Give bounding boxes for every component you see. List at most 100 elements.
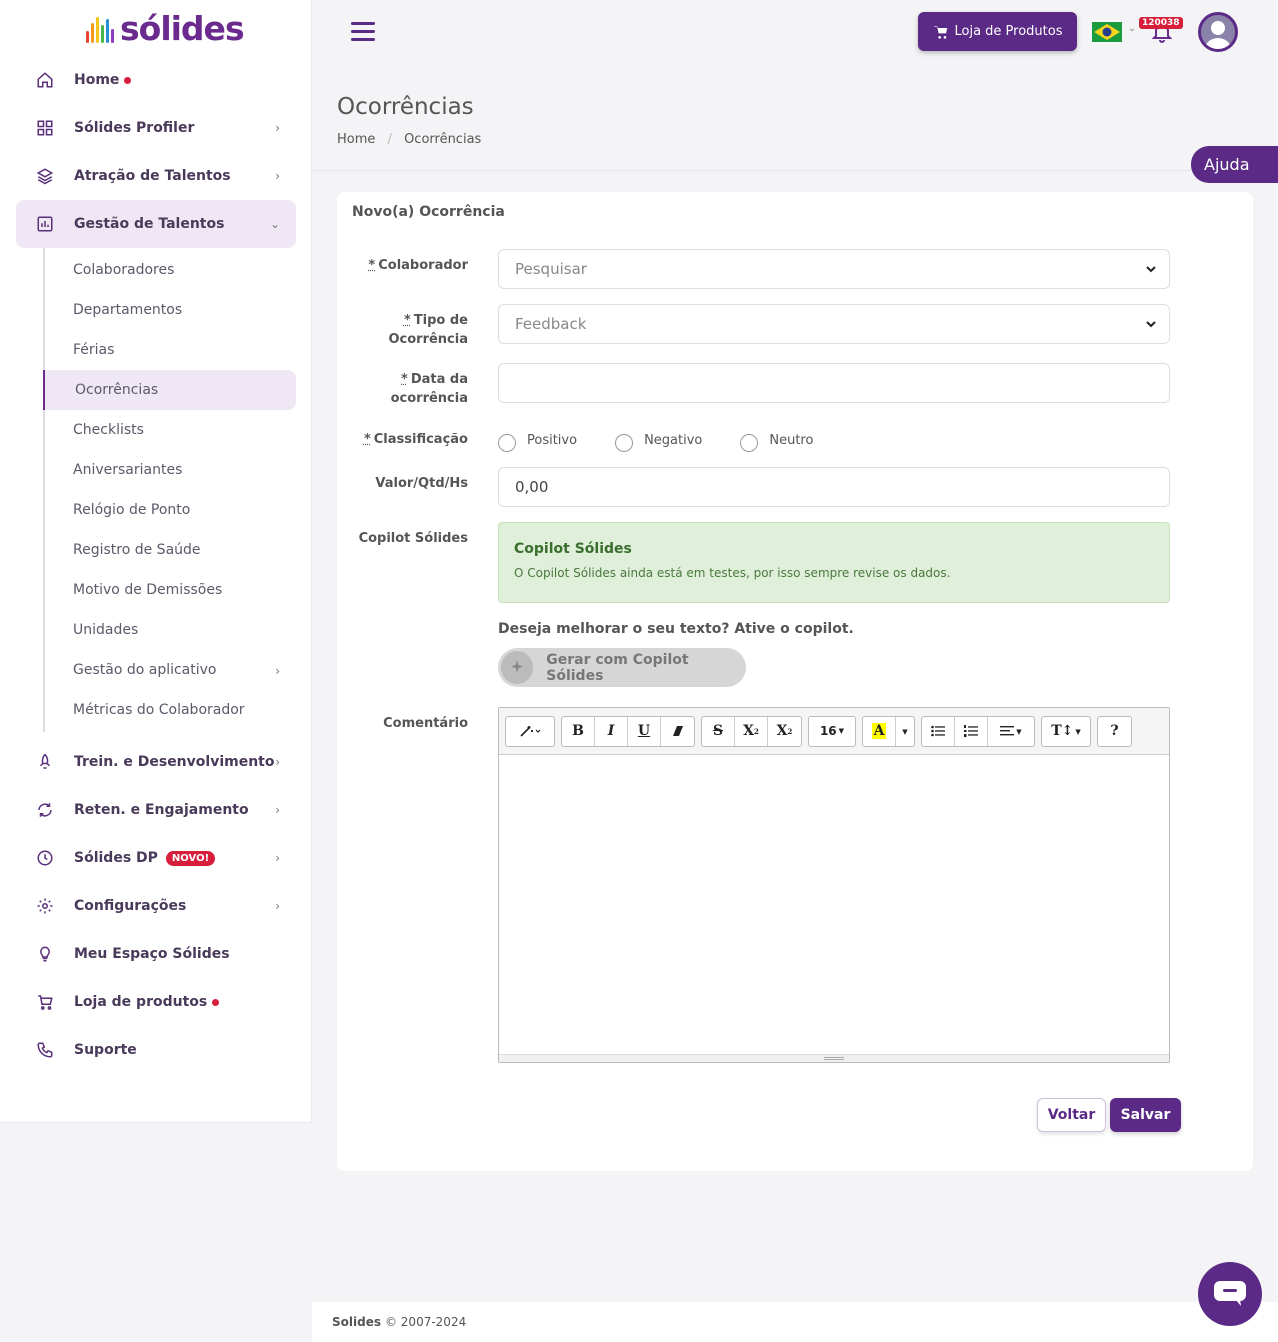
radio-circle — [740, 434, 759, 452]
valor-input[interactable]: 0,00 — [498, 467, 1170, 507]
radio-circle — [615, 434, 634, 452]
radio-label: Neutro — [769, 432, 814, 448]
required-mark: * — [363, 432, 371, 447]
sidebar-submenu: Colaboradores Departamentos Férias Ocorr… — [43, 248, 296, 732]
sidebar-subitem-registro-saude[interactable]: Registro de Saúde — [45, 530, 296, 570]
required-mark: * — [403, 313, 411, 328]
shop-products-button[interactable]: Loja de Produtos — [918, 12, 1077, 51]
home-icon — [34, 69, 56, 91]
cart-icon — [34, 991, 56, 1013]
sidebar-item-retencao[interactable]: Reten. e Engajamento › — [16, 786, 296, 834]
radio-label: Negativo — [644, 432, 703, 448]
sidebar-item-solides-dp[interactable]: Sólides DP NOVO! › — [16, 834, 296, 882]
magic-style-button[interactable] — [506, 717, 554, 746]
gear-icon — [34, 895, 56, 917]
chevron-right-icon: › — [275, 169, 280, 183]
breadcrumb-current: Ocorrências — [404, 132, 482, 147]
data-label-line2: ocorrência — [390, 391, 468, 406]
colaborador-select[interactable]: Pesquisar — [498, 249, 1170, 289]
tipo-ocorrencia-label: * Tipo de Ocorrência — [338, 311, 468, 349]
sidebar-item-atracao-talentos[interactable]: Atração de Talentos › — [16, 152, 296, 200]
unordered-list-button[interactable] — [922, 716, 955, 746]
sidebar-subitem-colaboradores[interactable]: Colaboradores — [45, 250, 296, 290]
brazil-flag-icon[interactable] — [1092, 22, 1122, 42]
editor-resize-handle[interactable] — [499, 1054, 1169, 1062]
editor-toolbar: B I U S X2 X2 16 ▼ A ▼ ▼ T↕ ▼ ? — [499, 708, 1169, 755]
sidebar-item-treinamento[interactable]: Trein. e Desenvolvimento › — [16, 738, 296, 786]
chevron-down-icon — [1146, 266, 1156, 273]
sidebar-subitem-gestao-aplicativo[interactable]: Gestão do aplicativo › — [45, 650, 296, 690]
line-height-dropdown[interactable]: T↕ ▼ — [1042, 717, 1090, 746]
phone-icon — [34, 1039, 56, 1061]
solides-logo[interactable]: sólides — [86, 12, 245, 45]
tipo-ocorrencia-select[interactable]: Feedback — [498, 304, 1170, 344]
toolbar-group-para: ▼ — [921, 715, 1035, 747]
rocket-icon — [34, 751, 56, 773]
colaborador-label-text: Colaborador — [378, 258, 468, 273]
align-dropdown-button[interactable]: ▼ — [988, 717, 1034, 746]
chat-support-button[interactable] — [1198, 1262, 1262, 1326]
save-button[interactable]: Salvar — [1110, 1098, 1181, 1132]
strikethrough-button[interactable]: S — [702, 716, 735, 746]
sidebar-item-suporte[interactable]: Suporte — [16, 1026, 296, 1074]
hamburger-line — [351, 30, 375, 33]
user-icon — [1205, 21, 1231, 49]
sidebar-item-gestao-talentos[interactable]: Gestão de Talentos ⌄ — [16, 200, 296, 248]
radio-negativo[interactable]: Negativo — [615, 428, 702, 452]
radio-neutro[interactable]: Neutro — [740, 428, 813, 452]
sidebar-subitem-label: Métricas do Colaborador — [73, 702, 245, 718]
font-size-dropdown[interactable]: 16 ▼ — [809, 717, 855, 746]
sidebar-subitem-departamentos[interactable]: Departamentos — [45, 290, 296, 330]
bold-button[interactable]: B — [562, 716, 595, 746]
tipo-ocorrencia-value: Feedback — [515, 315, 587, 333]
sidebar-subitem-aniversariantes[interactable]: Aniversariantes — [45, 450, 296, 490]
help-button[interactable]: Ajuda — [1191, 146, 1278, 183]
generate-copilot-button[interactable]: Gerar com Copilot Sólides — [498, 648, 746, 687]
chevron-down-icon[interactable]: ⌄ — [1128, 23, 1136, 34]
resize-grip-icon — [824, 1057, 844, 1060]
underline-button[interactable]: U — [628, 716, 661, 746]
chat-bubble-icon — [1214, 1281, 1246, 1306]
sidebar-subitem-label: Motivo de Demissões — [73, 582, 223, 598]
sidebar-subitem-ferias[interactable]: Férias — [45, 330, 296, 370]
sidebar-item-configuracoes[interactable]: Configurações › — [16, 882, 296, 930]
hamburger-line — [351, 38, 375, 41]
copilot-improve-prompt: Deseja melhorar o seu texto? Ative o cop… — [498, 621, 854, 637]
avatar[interactable] — [1198, 12, 1238, 52]
sidebar-item-meu-espaco[interactable]: Meu Espaço Sólides — [16, 930, 296, 978]
sidebar-subitem-motivo-demissoes[interactable]: Motivo de Demissões — [45, 570, 296, 610]
color-dropdown-button[interactable]: ▼ — [896, 717, 914, 746]
sidebar-subitem-metricas-colaborador[interactable]: Métricas do Colaborador — [45, 690, 296, 730]
breadcrumb-home-link[interactable]: Home — [337, 132, 375, 147]
data-ocorrencia-input[interactable] — [498, 363, 1170, 403]
header-divider — [312, 170, 1278, 171]
superscript-button[interactable]: X2 — [735, 716, 768, 746]
sidebar-item-home[interactable]: Home — [16, 56, 296, 104]
editor-content-area[interactable] — [499, 755, 1169, 1055]
radio-label: Positivo — [527, 432, 578, 448]
menu-toggle-button[interactable] — [351, 22, 375, 42]
sidebar-subitem-unidades[interactable]: Unidades — [45, 610, 296, 650]
copilot-alert-title: Copilot Sólides — [514, 541, 632, 557]
chevron-right-icon: › — [275, 664, 280, 678]
new-badge: NOVO! — [165, 850, 216, 866]
italic-button[interactable]: I — [595, 716, 628, 746]
help-editor-button[interactable]: ? — [1098, 717, 1131, 746]
sidebar-subitem-relogio-ponto[interactable]: Relógio de Ponto — [45, 490, 296, 530]
clock-icon — [34, 847, 56, 869]
eraser-button[interactable] — [661, 717, 694, 746]
footer: Solides © 2007-2024 — [312, 1302, 1278, 1342]
subscript-button[interactable]: X2 — [768, 717, 801, 746]
sidebar-subitem-checklists[interactable]: Checklists — [45, 410, 296, 450]
sidebar-item-label: Gestão de Talentos — [74, 216, 225, 232]
back-button[interactable]: Voltar — [1037, 1098, 1106, 1132]
ordered-list-button[interactable] — [955, 716, 988, 746]
comentario-label: Comentário — [383, 716, 468, 731]
sidebar-item-solides-profiler[interactable]: Sólides Profiler › — [16, 104, 296, 152]
sidebar-item-loja-produtos[interactable]: Loja de produtos — [16, 978, 296, 1026]
radio-positivo[interactable]: Positivo — [498, 428, 577, 452]
chevron-right-icon: › — [275, 899, 280, 913]
bar-chart-icon — [34, 213, 56, 235]
sidebar-subitem-ocorrencias[interactable]: Ocorrências — [43, 370, 296, 410]
highlight-color-button[interactable]: A — [863, 716, 896, 746]
